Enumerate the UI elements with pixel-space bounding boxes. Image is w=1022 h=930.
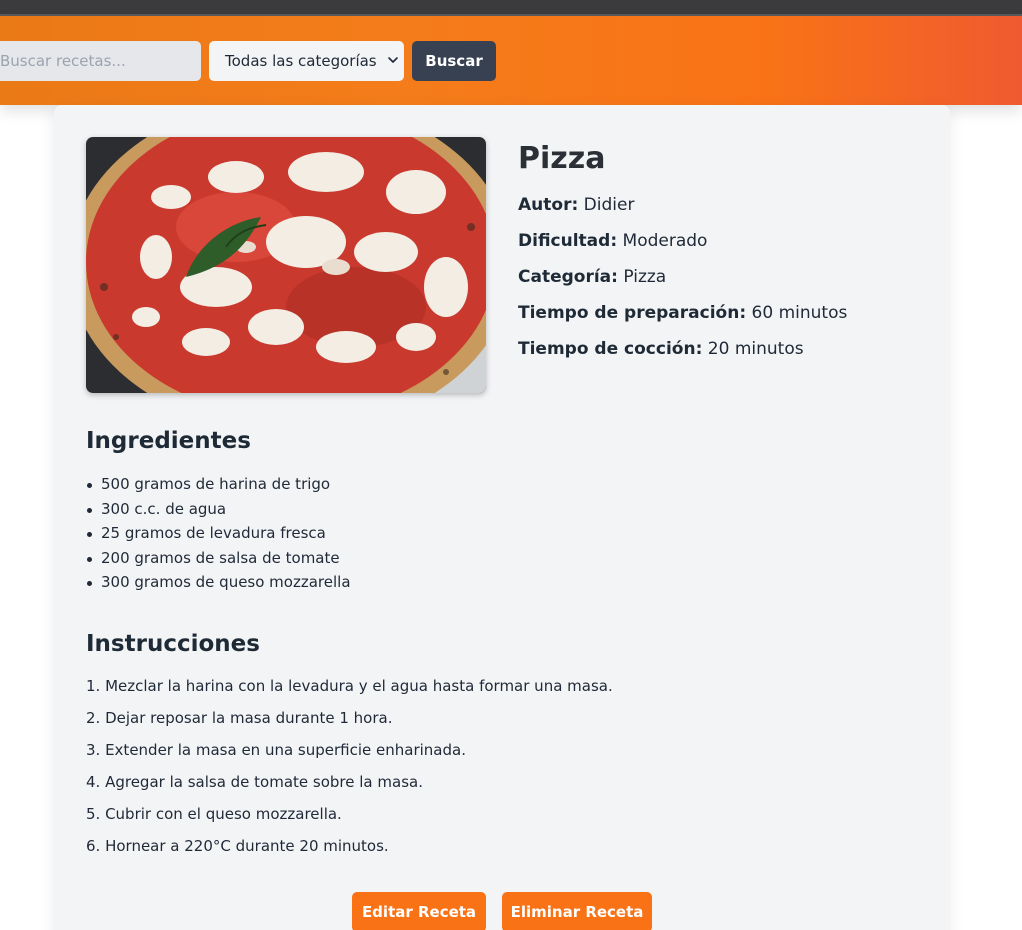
list-item: 200 gramos de salsa de tomate bbox=[86, 549, 351, 574]
list-item: 5. Cubrir con el queso mozzarella. bbox=[86, 805, 342, 823]
meta-cook-value: 20 minutos bbox=[707, 339, 804, 359]
search-button[interactable]: Buscar bbox=[412, 41, 496, 81]
meta-category-label: Categoría: bbox=[518, 267, 618, 287]
browser-top-strip bbox=[0, 0, 1022, 16]
list-item: 300 c.c. de agua bbox=[86, 500, 351, 525]
list-item: 4. Agregar la salsa de tomate sobre la m… bbox=[86, 773, 423, 791]
meta-prep-label: Tiempo de preparación: bbox=[518, 303, 747, 323]
list-item: 3. Extender la masa en una superficie en… bbox=[86, 741, 466, 759]
category-select[interactable]: Todas las categorías bbox=[209, 41, 404, 81]
meta-difficulty: Dificultad: Moderado bbox=[518, 231, 847, 267]
meta-category: Categoría: Pizza bbox=[518, 267, 847, 303]
edit-recipe-button[interactable]: Editar Receta bbox=[352, 892, 486, 930]
meta-prep-value: 60 minutos bbox=[751, 303, 848, 323]
meta-cook-time: Tiempo de cocción: 20 minutos bbox=[518, 339, 847, 375]
meta-difficulty-label: Dificultad: bbox=[518, 231, 618, 251]
instructions-list: 1. Mezclar la harina con la levadura y e… bbox=[86, 677, 613, 869]
meta-category-value: Pizza bbox=[623, 267, 667, 287]
list-item: 1. Mezclar la harina con la levadura y e… bbox=[86, 677, 613, 695]
instructions-heading: Instrucciones bbox=[86, 631, 260, 657]
ingredients-list: 500 gramos de harina de trigo 300 c.c. d… bbox=[86, 475, 351, 598]
list-item: 6. Hornear a 220°C durante 20 minutos. bbox=[86, 837, 389, 855]
delete-recipe-button[interactable]: Eliminar Receta bbox=[502, 892, 652, 930]
chevron-down-icon bbox=[388, 57, 398, 63]
search-input[interactable] bbox=[0, 41, 201, 81]
meta-difficulty-value: Moderado bbox=[622, 231, 708, 251]
meta-cook-label: Tiempo de cocción: bbox=[518, 339, 703, 359]
list-item: 25 gramos de levadura fresca bbox=[86, 524, 351, 549]
list-item: 2. Dejar reposar la masa durante 1 hora. bbox=[86, 709, 393, 727]
category-select-value: Todas las categorías bbox=[225, 52, 377, 70]
recipe-card: Pizza Autor: Didier Dificultad: Moderado… bbox=[54, 105, 950, 930]
pizza-photo bbox=[86, 137, 486, 393]
recipe-image bbox=[86, 137, 486, 393]
list-item: 300 gramos de queso mozzarella bbox=[86, 573, 351, 598]
recipe-title: Pizza bbox=[518, 141, 606, 176]
meta-prep-time: Tiempo de preparación: 60 minutos bbox=[518, 303, 847, 339]
meta-author: Autor: Didier bbox=[518, 195, 847, 231]
meta-author-value: Didier bbox=[583, 195, 635, 215]
meta-author-label: Autor: bbox=[518, 195, 579, 215]
search-header: Todas las categorías Buscar bbox=[0, 16, 1022, 105]
ingredients-heading: Ingredientes bbox=[86, 428, 251, 454]
list-item: 500 gramos de harina de trigo bbox=[86, 475, 351, 500]
recipe-meta: Autor: Didier Dificultad: Moderado Categ… bbox=[518, 195, 847, 375]
